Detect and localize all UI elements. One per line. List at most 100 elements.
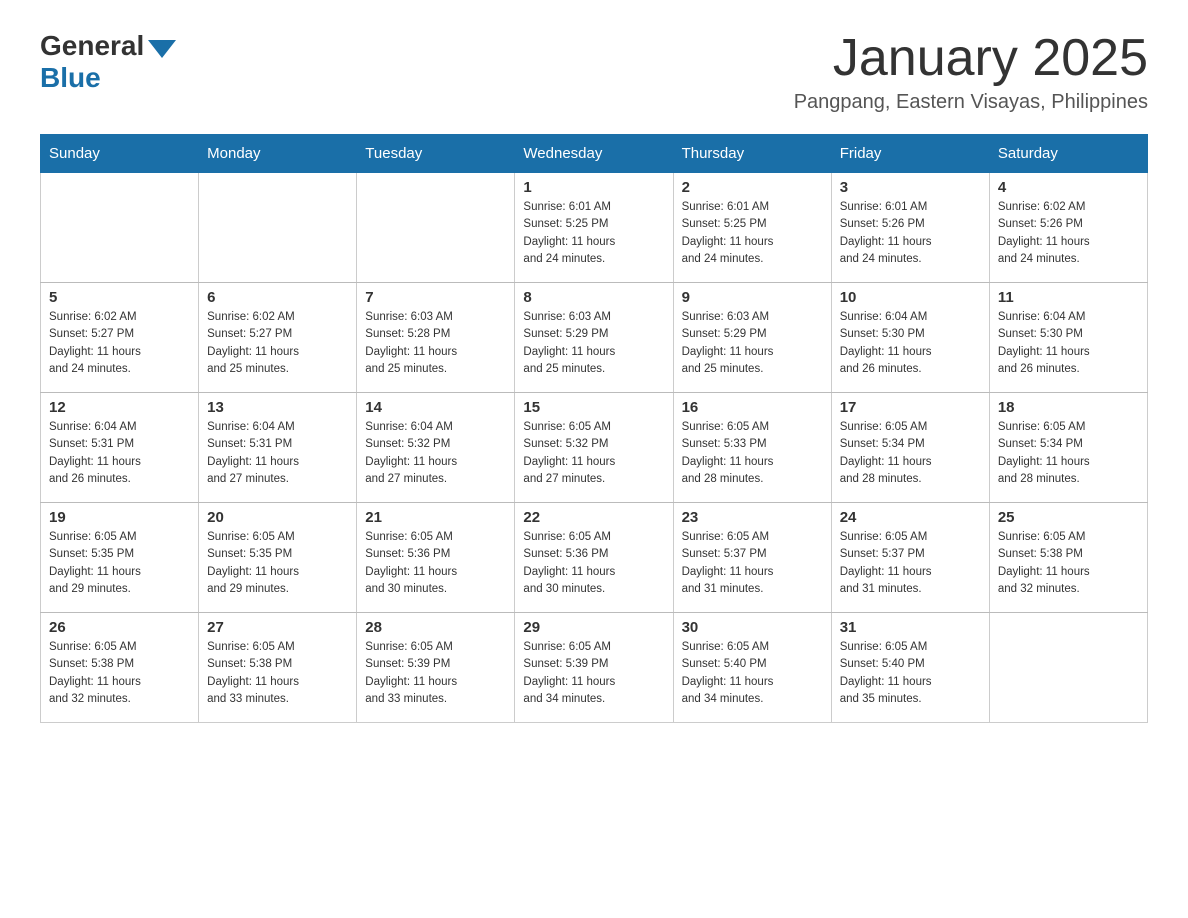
day-number: 26: [49, 619, 190, 636]
calendar-weekday-header: Sunday: [41, 135, 199, 173]
day-number: 17: [840, 399, 981, 416]
calendar-day-cell: [989, 613, 1147, 723]
calendar-header-row: SundayMondayTuesdayWednesdayThursdayFrid…: [41, 135, 1148, 173]
title-block: January 2025 Pangpang, Eastern Visayas, …: [794, 30, 1148, 114]
calendar-week-row: 12 Sunrise: 6:04 AM Sunset: 5:31 PM Dayli…: [41, 393, 1148, 503]
day-number: 3: [840, 179, 981, 196]
day-info: Sunrise: 6:05 AM Sunset: 5:38 PM Dayligh…: [49, 639, 190, 708]
day-number: 24: [840, 509, 981, 526]
day-number: 30: [682, 619, 823, 636]
calendar-day-cell: 4 Sunrise: 6:02 AM Sunset: 5:26 PM Daylig…: [989, 173, 1147, 283]
day-info: Sunrise: 6:05 AM Sunset: 5:35 PM Dayligh…: [207, 529, 348, 598]
calendar-day-cell: 12 Sunrise: 6:04 AM Sunset: 5:31 PM Dayli…: [41, 393, 199, 503]
day-number: 2: [682, 179, 823, 196]
day-number: 21: [365, 509, 506, 526]
calendar-day-cell: [41, 173, 199, 283]
day-info: Sunrise: 6:01 AM Sunset: 5:26 PM Dayligh…: [840, 199, 981, 268]
day-info: Sunrise: 6:03 AM Sunset: 5:29 PM Dayligh…: [523, 309, 664, 378]
day-info: Sunrise: 6:05 AM Sunset: 5:32 PM Dayligh…: [523, 419, 664, 488]
calendar-day-cell: 15Sunrise: 6:05 AM Sunset: 5:32 PM Dayli…: [515, 393, 673, 503]
calendar-day-cell: [199, 173, 357, 283]
calendar-day-cell: 7 Sunrise: 6:03 AM Sunset: 5:28 PM Daylig…: [357, 283, 515, 393]
calendar-day-cell: [357, 173, 515, 283]
day-info: Sunrise: 6:01 AM Sunset: 5:25 PM Dayligh…: [523, 199, 664, 268]
day-number: 11: [998, 289, 1139, 306]
calendar-day-cell: 5 Sunrise: 6:02 AM Sunset: 5:27 PM Daylig…: [41, 283, 199, 393]
calendar-weekday-header: Friday: [831, 135, 989, 173]
day-number: 27: [207, 619, 348, 636]
day-number: 22: [523, 509, 664, 526]
day-info: Sunrise: 6:05 AM Sunset: 5:36 PM Dayligh…: [365, 529, 506, 598]
day-number: 5: [49, 289, 190, 306]
calendar-week-row: 5 Sunrise: 6:02 AM Sunset: 5:27 PM Daylig…: [41, 283, 1148, 393]
calendar-day-cell: 18 Sunrise: 6:05 AM Sunset: 5:34 PM Dayli…: [989, 393, 1147, 503]
calendar-day-cell: 13 Sunrise: 6:04 AM Sunset: 5:31 PM Dayli…: [199, 393, 357, 503]
day-number: 19: [49, 509, 190, 526]
logo-triangle-icon: [148, 40, 176, 58]
day-info: Sunrise: 6:05 AM Sunset: 5:37 PM Dayligh…: [840, 529, 981, 598]
calendar-day-cell: 17 Sunrise: 6:05 AM Sunset: 5:34 PM Dayli…: [831, 393, 989, 503]
day-info: Sunrise: 6:02 AM Sunset: 5:26 PM Dayligh…: [998, 199, 1139, 268]
day-number: 8: [523, 289, 664, 306]
calendar-day-cell: 1 Sunrise: 6:01 AM Sunset: 5:25 PM Daylig…: [515, 173, 673, 283]
calendar-day-cell: 26 Sunrise: 6:05 AM Sunset: 5:38 PM Dayli…: [41, 613, 199, 723]
calendar-day-cell: 14 Sunrise: 6:04 AM Sunset: 5:32 PM Dayli…: [357, 393, 515, 503]
calendar-week-row: 26 Sunrise: 6:05 AM Sunset: 5:38 PM Dayli…: [41, 613, 1148, 723]
day-info: Sunrise: 6:03 AM Sunset: 5:29 PM Dayligh…: [682, 309, 823, 378]
day-number: 12: [49, 399, 190, 416]
day-info: Sunrise: 6:03 AM Sunset: 5:28 PM Dayligh…: [365, 309, 506, 378]
calendar-day-cell: 30 Sunrise: 6:05 AM Sunset: 5:40 PM Dayli…: [673, 613, 831, 723]
day-info: Sunrise: 6:02 AM Sunset: 5:27 PM Dayligh…: [207, 309, 348, 378]
day-info: Sunrise: 6:04 AM Sunset: 5:31 PM Dayligh…: [49, 419, 190, 488]
calendar-week-row: 19 Sunrise: 6:05 AM Sunset: 5:35 PM Dayli…: [41, 503, 1148, 613]
calendar-weekday-header: Saturday: [989, 135, 1147, 173]
calendar-weekday-header: Tuesday: [357, 135, 515, 173]
day-number: 10: [840, 289, 981, 306]
calendar-day-cell: 20 Sunrise: 6:05 AM Sunset: 5:35 PM Dayli…: [199, 503, 357, 613]
day-info: Sunrise: 6:04 AM Sunset: 5:32 PM Dayligh…: [365, 419, 506, 488]
day-number: 4: [998, 179, 1139, 196]
day-info: Sunrise: 6:02 AM Sunset: 5:27 PM Dayligh…: [49, 309, 190, 378]
location-subtitle: Pangpang, Eastern Visayas, Philippines: [794, 91, 1148, 114]
calendar-day-cell: 9 Sunrise: 6:03 AM Sunset: 5:29 PM Daylig…: [673, 283, 831, 393]
day-number: 16: [682, 399, 823, 416]
day-number: 18: [998, 399, 1139, 416]
day-info: Sunrise: 6:05 AM Sunset: 5:38 PM Dayligh…: [998, 529, 1139, 598]
day-number: 20: [207, 509, 348, 526]
calendar-day-cell: 23Sunrise: 6:05 AM Sunset: 5:37 PM Dayli…: [673, 503, 831, 613]
day-info: Sunrise: 6:04 AM Sunset: 5:31 PM Dayligh…: [207, 419, 348, 488]
logo: General Blue: [40, 30, 176, 94]
calendar-day-cell: 25 Sunrise: 6:05 AM Sunset: 5:38 PM Dayli…: [989, 503, 1147, 613]
day-info: Sunrise: 6:05 AM Sunset: 5:38 PM Dayligh…: [207, 639, 348, 708]
calendar-weekday-header: Thursday: [673, 135, 831, 173]
day-number: 6: [207, 289, 348, 306]
calendar-day-cell: 6 Sunrise: 6:02 AM Sunset: 5:27 PM Daylig…: [199, 283, 357, 393]
day-info: Sunrise: 6:05 AM Sunset: 5:34 PM Dayligh…: [998, 419, 1139, 488]
calendar-day-cell: 11 Sunrise: 6:04 AM Sunset: 5:30 PM Dayli…: [989, 283, 1147, 393]
day-info: Sunrise: 6:05 AM Sunset: 5:34 PM Dayligh…: [840, 419, 981, 488]
day-number: 14: [365, 399, 506, 416]
day-number: 9: [682, 289, 823, 306]
calendar-day-cell: 29 Sunrise: 6:05 AM Sunset: 5:39 PM Dayli…: [515, 613, 673, 723]
day-number: 29: [523, 619, 664, 636]
day-number: 13: [207, 399, 348, 416]
calendar-day-cell: 3 Sunrise: 6:01 AM Sunset: 5:26 PM Daylig…: [831, 173, 989, 283]
calendar-table: SundayMondayTuesdayWednesdayThursdayFrid…: [40, 134, 1148, 723]
day-info: Sunrise: 6:05 AM Sunset: 5:37 PM Dayligh…: [682, 529, 823, 598]
page-header: General Blue January 2025 Pangpang, East…: [40, 30, 1148, 114]
day-number: 25: [998, 509, 1139, 526]
calendar-day-cell: 8 Sunrise: 6:03 AM Sunset: 5:29 PM Daylig…: [515, 283, 673, 393]
day-info: Sunrise: 6:04 AM Sunset: 5:30 PM Dayligh…: [998, 309, 1139, 378]
calendar-day-cell: 27 Sunrise: 6:05 AM Sunset: 5:38 PM Dayli…: [199, 613, 357, 723]
day-number: 7: [365, 289, 506, 306]
day-number: 1: [523, 179, 664, 196]
calendar-day-cell: 22 Sunrise: 6:05 AM Sunset: 5:36 PM Dayli…: [515, 503, 673, 613]
day-info: Sunrise: 6:05 AM Sunset: 5:40 PM Dayligh…: [682, 639, 823, 708]
day-info: Sunrise: 6:05 AM Sunset: 5:36 PM Dayligh…: [523, 529, 664, 598]
day-info: Sunrise: 6:05 AM Sunset: 5:33 PM Dayligh…: [682, 419, 823, 488]
calendar-day-cell: 24 Sunrise: 6:05 AM Sunset: 5:37 PM Dayli…: [831, 503, 989, 613]
logo-blue-text: Blue: [40, 62, 101, 94]
day-number: 28: [365, 619, 506, 636]
day-info: Sunrise: 6:05 AM Sunset: 5:39 PM Dayligh…: [523, 639, 664, 708]
calendar-day-cell: 10Sunrise: 6:04 AM Sunset: 5:30 PM Dayli…: [831, 283, 989, 393]
